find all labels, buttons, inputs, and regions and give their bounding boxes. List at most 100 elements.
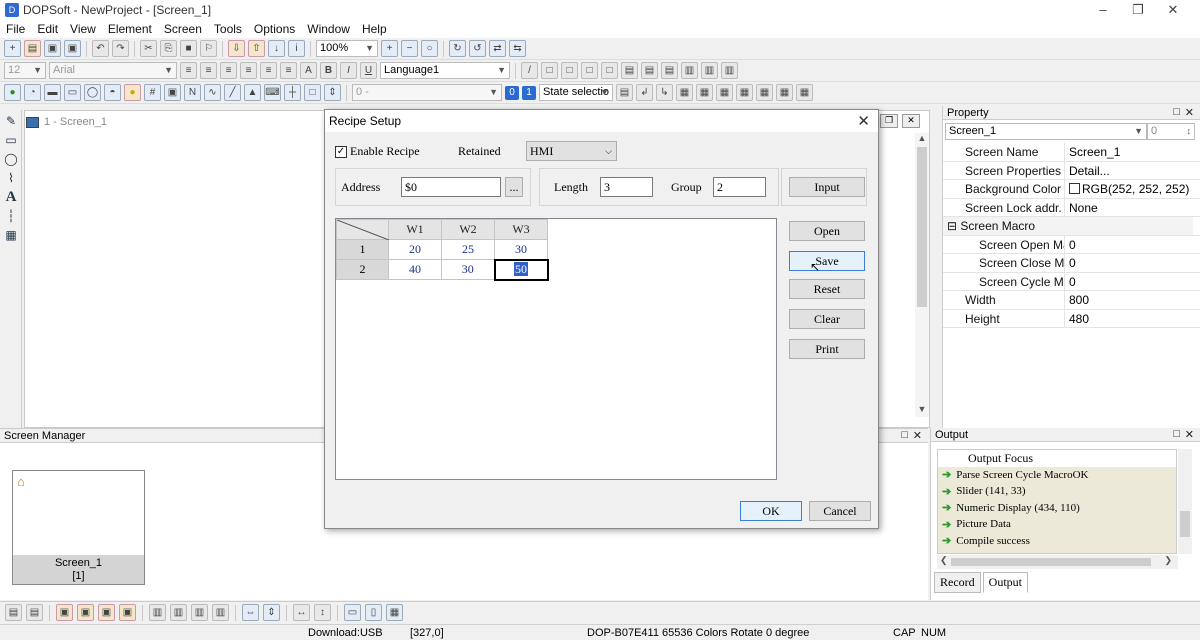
distribute-h-icon[interactable]: ⇔ [242,604,259,621]
align-objects-left-icon[interactable]: ▤ [621,62,638,79]
property-row[interactable]: Screen Open Mac0 [943,235,1200,254]
language-select[interactable]: Language1 ▼ [380,62,510,79]
text-element-icon[interactable]: N [184,84,201,101]
minimize-icon[interactable]: – [1086,0,1120,20]
underline-icon[interactable]: U [360,62,377,79]
align-objects-center-icon[interactable]: ▤ [641,62,658,79]
property-index-spinner[interactable]: 0 ↕ [1147,123,1195,140]
italic-icon[interactable]: I [340,62,357,79]
editor-restore-icon[interactable]: ❐ [880,114,898,128]
align-left-icon[interactable]: ≡ [180,62,197,79]
property-maximize-icon[interactable]: □ [1173,106,1180,118]
menu-file[interactable]: File [0,22,31,36]
screen-manager-maximize-icon[interactable]: □ [901,429,908,441]
column-header[interactable]: W2 [441,219,495,240]
frame-icon[interactable]: □ [541,62,558,79]
tab-record[interactable]: Record [934,572,981,593]
align-top-bottom-icon[interactable]: ▥ [191,604,208,621]
menu-tools[interactable]: Tools [208,22,248,36]
property-value[interactable]: RGB(252, 252, 252) [1065,180,1189,198]
editor-tab[interactable]: 1 - Screen_1 [26,112,326,132]
menu-screen[interactable]: Screen [158,22,208,36]
print-button[interactable]: Print [789,339,865,359]
recipe-cell[interactable]: 20 [388,239,442,260]
tab-output[interactable]: Output [982,572,1028,593]
paste-icon[interactable]: ■ [180,40,197,57]
same-width-icon[interactable]: ↔ [293,604,310,621]
menu-view[interactable]: View [64,22,102,36]
meter-element-icon[interactable]: ◔ [24,84,41,101]
align-objects-bottom-icon[interactable]: ▥ [721,62,738,79]
property-object-select[interactable]: Screen_1 ▼ 0 ↕ [945,123,1197,140]
polyline-icon[interactable]: ⌇ [3,170,19,186]
zoom-fit-icon[interactable]: ○ [421,40,438,57]
collapse-icon[interactable]: ⊟ [947,219,960,233]
zoom-select[interactable]: 100% ▼ [316,40,378,57]
value-select[interactable]: 0 - ▼ [352,84,502,101]
property-close-icon[interactable]: ✕ [1185,106,1194,119]
picture-element-icon[interactable]: ▣ [164,84,181,101]
align-right-icon[interactable]: ≡ [220,62,237,79]
recipe-grid[interactable]: W1 W2 W3 1 20 25 30 2 40 30 50 [335,218,777,480]
property-row[interactable]: Screen Lock addr. None [943,198,1200,217]
property-row[interactable]: Screen Name Screen_1 [943,143,1200,162]
editor-close-icon[interactable]: ✕ [902,114,920,128]
download-icon[interactable]: ↓ [268,40,285,57]
layout-a-icon[interactable]: ▤ [5,604,22,621]
numeric-element-icon[interactable]: # [144,84,161,101]
info-icon[interactable]: i [288,40,305,57]
output-maximize-icon[interactable]: □ [1173,428,1180,440]
length-input[interactable]: 3 [600,177,653,197]
send-back-icon[interactable]: ▣ [77,604,94,621]
tool-e-icon[interactable]: ▦ [696,84,713,101]
bring-forward-icon[interactable]: ▣ [98,604,115,621]
copy-icon[interactable]: ⎘ [160,40,177,57]
mirror-icon[interactable]: ⇆ [509,40,526,57]
xy-chart-icon[interactable]: ╱ [224,84,241,101]
group-icon[interactable]: □ [561,62,578,79]
row-header[interactable]: 2 [336,259,389,280]
property-row[interactable]: Height 480 [943,309,1200,328]
save-icon[interactable]: ▣ [44,40,61,57]
property-value[interactable]: None [1065,199,1098,217]
property-row[interactable]: Screen Cycle Macr0 [943,272,1200,291]
same-size-icon[interactable]: ▭ [344,604,361,621]
table-icon[interactable]: ▦ [3,227,19,243]
reset-button[interactable]: Reset [789,279,865,299]
retained-select[interactable]: HMI ⌵ [526,141,617,161]
input-button[interactable]: Input [789,177,865,197]
property-row[interactable]: Background Color RGB(252, 252, 252) [943,180,1200,199]
text-tool-icon[interactable]: A [3,189,19,205]
same-height-icon[interactable]: ↕ [314,604,331,621]
scroll-up-icon[interactable]: ▲ [915,133,929,143]
center-v-icon[interactable]: ▯ [365,604,382,621]
menu-options[interactable]: Options [248,22,301,36]
valign-bottom-icon[interactable]: ≡ [280,62,297,79]
align-objects-right-icon[interactable]: ▤ [661,62,678,79]
save-as-icon[interactable]: ▣ [64,40,81,57]
output-close-icon[interactable]: ✕ [1185,428,1194,441]
color-swatch[interactable] [1069,183,1080,194]
property-row[interactable]: ⊟ Screen Macro [943,217,1200,236]
bold-icon[interactable]: B [320,62,337,79]
recipe-cell[interactable]: 25 [441,239,495,260]
valign-middle-icon[interactable]: ≡ [260,62,277,79]
scroll-down-icon[interactable]: ▼ [915,404,929,414]
output-hscroll[interactable]: ❮ ❯ [937,555,1178,569]
center-h-icon[interactable]: ▦ [386,604,403,621]
property-value[interactable]: Screen_1 [1065,143,1120,161]
open-folder-icon[interactable]: ▤ [24,40,41,57]
recipe-cell[interactable]: 40 [388,259,442,280]
close-window-icon[interactable]: ✕ [1156,0,1190,20]
slider-element-icon[interactable]: ┼ [284,84,301,101]
property-value[interactable]: 800 [1065,291,1089,309]
property-value[interactable]: 0 [1065,254,1076,272]
menu-window[interactable]: Window [301,22,356,36]
alarm-element-icon[interactable]: ▲ [244,84,261,101]
bar-element-icon[interactable]: ▬ [44,84,61,101]
pipe-element-icon[interactable]: ▭ [64,84,81,101]
zoom-out-icon[interactable]: − [401,40,418,57]
tool-f-icon[interactable]: ▦ [716,84,733,101]
editor-scrollbar[interactable]: ▲ [915,133,929,417]
tool-c-icon[interactable]: ↳ [656,84,673,101]
